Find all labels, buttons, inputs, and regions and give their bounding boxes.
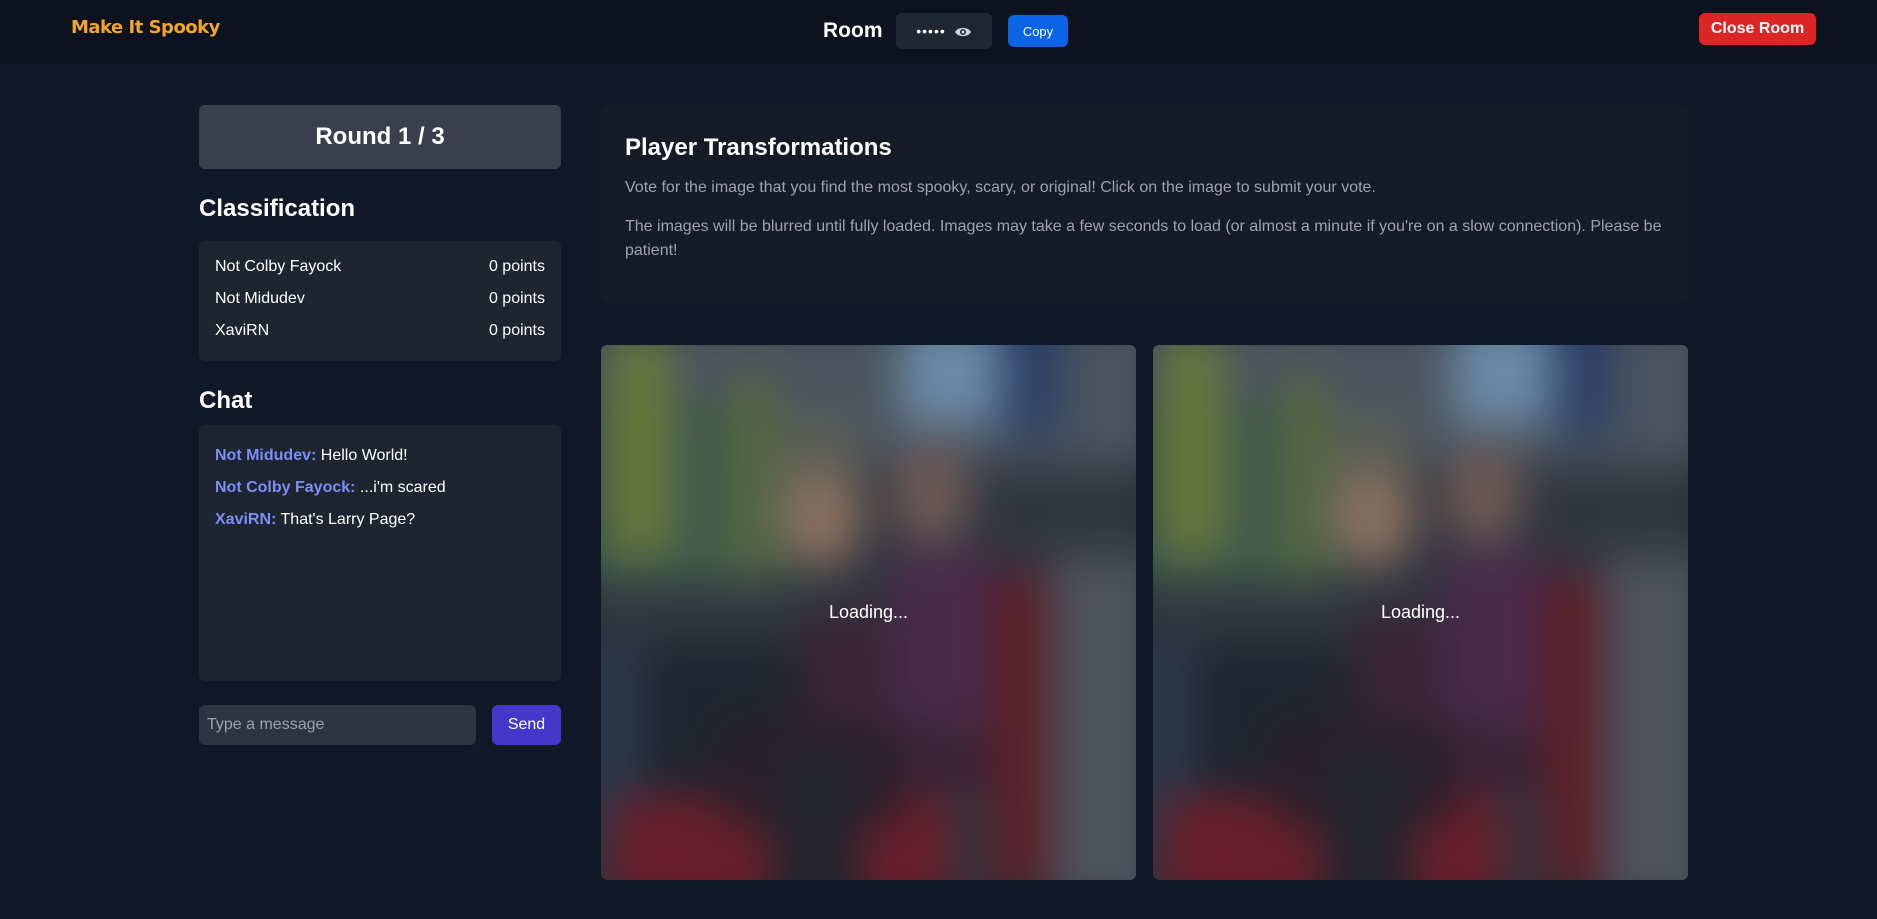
player-points: 0 points — [488, 290, 545, 307]
close-room-button[interactable]: Close Room — [1699, 13, 1816, 45]
chat-text: Hello World! — [320, 447, 408, 464]
chat-text: ...i'm scared — [359, 479, 446, 496]
chat-message-input[interactable] — [199, 705, 476, 745]
classification-row: Not Midudev 0 points — [215, 289, 545, 321]
chat-message: XaviRN: That's Larry Page? — [215, 511, 545, 543]
transformation-image-card[interactable]: Loading... — [1153, 345, 1688, 880]
room-label: Room — [823, 19, 883, 42]
chat-message: Not Colby Fayock: ...i'm scared — [215, 479, 545, 511]
chat-author: Not Midudev: — [215, 447, 317, 464]
chat-title: Chat — [199, 387, 253, 414]
loading-note: The images will be blurred until fully l… — [625, 218, 1662, 259]
transformation-image-card[interactable]: Loading... — [601, 345, 1136, 880]
copy-room-code-button[interactable]: Copy — [1008, 15, 1068, 47]
app-logo[interactable]: Make It Spooky — [71, 17, 220, 38]
vote-instructions: Vote for the image that you find the mos… — [625, 179, 1376, 196]
room-code-field: ••••• — [896, 13, 992, 49]
round-indicator: Round 1 / 3 — [199, 105, 561, 169]
classification-title: Classification — [199, 195, 356, 222]
player-name: Not Colby Fayock — [215, 258, 342, 275]
player-name: XaviRN — [215, 322, 270, 339]
loading-indicator: Loading... — [828, 602, 909, 622]
player-name: Not Midudev — [215, 290, 305, 307]
room-code-masked: ••••• — [916, 23, 946, 39]
player-points: 0 points — [488, 322, 545, 339]
classification-row: Not Colby Fayock 0 points — [215, 257, 545, 289]
classification-list: Not Colby Fayock 0 points Not Midudev 0 … — [199, 241, 561, 361]
loading-indicator: Loading... — [1380, 602, 1461, 622]
transformations-info-panel: Player Transformations Vote for the imag… — [601, 105, 1688, 303]
top-navbar: Make It Spooky Room ••••• Copy Close Roo… — [0, 0, 1877, 64]
transformations-title: Player Transformations — [625, 134, 892, 161]
player-points: 0 points — [488, 258, 545, 275]
chat-text: That's Larry Page? — [280, 511, 416, 528]
chat-author: XaviRN: — [215, 511, 277, 528]
chat-author: Not Colby Fayock: — [215, 479, 356, 496]
classification-row: XaviRN 0 points — [215, 321, 545, 353]
chat-message: Not Midudev: Hello World! — [215, 447, 545, 479]
send-message-button[interactable]: Send — [492, 705, 561, 745]
chat-messages: Not Midudev: Hello World! Not Colby Fayo… — [199, 425, 561, 681]
eye-icon[interactable] — [954, 25, 972, 37]
